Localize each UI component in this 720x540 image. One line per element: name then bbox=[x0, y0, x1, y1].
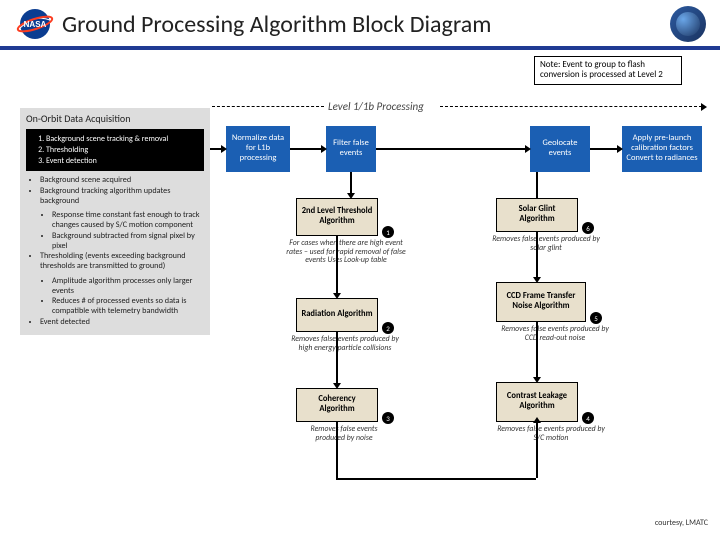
arrow-norm-filter bbox=[290, 148, 322, 150]
box-radiation: Radiation Algorithm bbox=[296, 298, 378, 332]
box-normalize: Normalize data for L1b processing bbox=[226, 126, 290, 172]
b2b: Background subtracted from signal pixel … bbox=[52, 231, 204, 252]
cap-coherency: Removes false events produced by noise bbox=[296, 426, 392, 443]
box-glint: Solar Glint Algorithm bbox=[496, 198, 578, 232]
diagram-area: Note: Event to group to flash conversion… bbox=[0, 50, 720, 530]
arrow-glint-geo bbox=[376, 148, 526, 150]
b1: Background scene acquired bbox=[40, 175, 204, 185]
cap-radiation: Removes false events produced by high en… bbox=[290, 336, 400, 353]
b4: Event detected bbox=[40, 317, 204, 327]
section-label: Level 1/1b Processing bbox=[328, 100, 424, 113]
box-contrast: Contrast Leakage Algorithm bbox=[496, 382, 578, 422]
box-ccd: CCD Frame Transfer Noise Algorithm bbox=[496, 282, 586, 322]
cap-threshold2: For cases when there are high event rate… bbox=[286, 240, 406, 266]
dashed-divider-right bbox=[440, 106, 702, 107]
box-filter: Filter false events bbox=[326, 126, 376, 172]
conn-v2 bbox=[536, 422, 538, 478]
header: NASA Ground Processing Algorithm Block D… bbox=[0, 0, 720, 50]
onorbit-steps: Background scene tracking & removal Thre… bbox=[26, 129, 204, 171]
box-geolocate: Geolocate events bbox=[530, 126, 590, 172]
box-threshold2: 2nd Level Threshold Algorithm bbox=[296, 198, 378, 236]
level2-note: Note: Event to group to flash conversion… bbox=[534, 56, 682, 85]
box-coherency: Coherency Algorithm bbox=[296, 388, 378, 422]
arrow-geo-cal bbox=[590, 148, 618, 150]
courtesy-text: courtesy, LMATC bbox=[655, 518, 708, 528]
badge-2: 2 bbox=[382, 322, 394, 334]
badge-1: 1 bbox=[382, 226, 394, 238]
arr-filter-thr bbox=[350, 172, 352, 194]
arrow-onorbit-norm bbox=[210, 148, 222, 150]
badge-3: 3 bbox=[382, 412, 394, 424]
glm-logo bbox=[670, 6, 706, 42]
cap-contrast: Removes false events produced by S/C mot… bbox=[496, 426, 606, 443]
badge-4: 4 bbox=[582, 412, 594, 424]
conn-h bbox=[336, 478, 536, 480]
b2a: Response time constant fast enough to tr… bbox=[52, 210, 204, 231]
onorbit-step1: Background scene tracking & removal bbox=[46, 134, 198, 145]
arr-ccd-contrast bbox=[536, 322, 538, 378]
page-title: Ground Processing Algorithm Block Diagra… bbox=[62, 10, 670, 39]
b3a: Amplitude algorithm processes only large… bbox=[52, 276, 204, 297]
conn-v1 bbox=[336, 422, 338, 478]
svg-text:NASA: NASA bbox=[24, 20, 47, 29]
b3: Thresholding (events exceeding backgroun… bbox=[40, 251, 204, 317]
cap-glint: Removes false events produced by solar g… bbox=[486, 236, 606, 253]
b2: Background tracking algorithm updates ba… bbox=[40, 186, 204, 252]
dashed-divider-left bbox=[212, 106, 324, 107]
cap-ccd: Removes false events produced by CCD rea… bbox=[500, 326, 610, 343]
arr-thr-rad bbox=[336, 236, 338, 294]
onorbit-step3: Event detection bbox=[46, 156, 198, 167]
arr-glint-ccd bbox=[536, 232, 538, 278]
onorbit-step2: Thresholding bbox=[46, 145, 198, 156]
box-calibrate: Apply pre-launch calibration factors Con… bbox=[622, 126, 702, 172]
onorbit-bullets: Background scene acquired Background tra… bbox=[26, 175, 204, 327]
arr-rad-coh bbox=[336, 332, 338, 384]
b3b: Reduces # of processed events so data is… bbox=[52, 296, 204, 317]
badge-6: 6 bbox=[582, 222, 594, 234]
nasa-logo: NASA bbox=[14, 6, 56, 42]
arr-glint-up bbox=[536, 172, 538, 198]
badge-5: 5 bbox=[590, 312, 602, 324]
onorbit-panel: On-Orbit Data Acquisition Background sce… bbox=[20, 108, 210, 335]
onorbit-title: On-Orbit Data Acquisition bbox=[26, 112, 204, 125]
